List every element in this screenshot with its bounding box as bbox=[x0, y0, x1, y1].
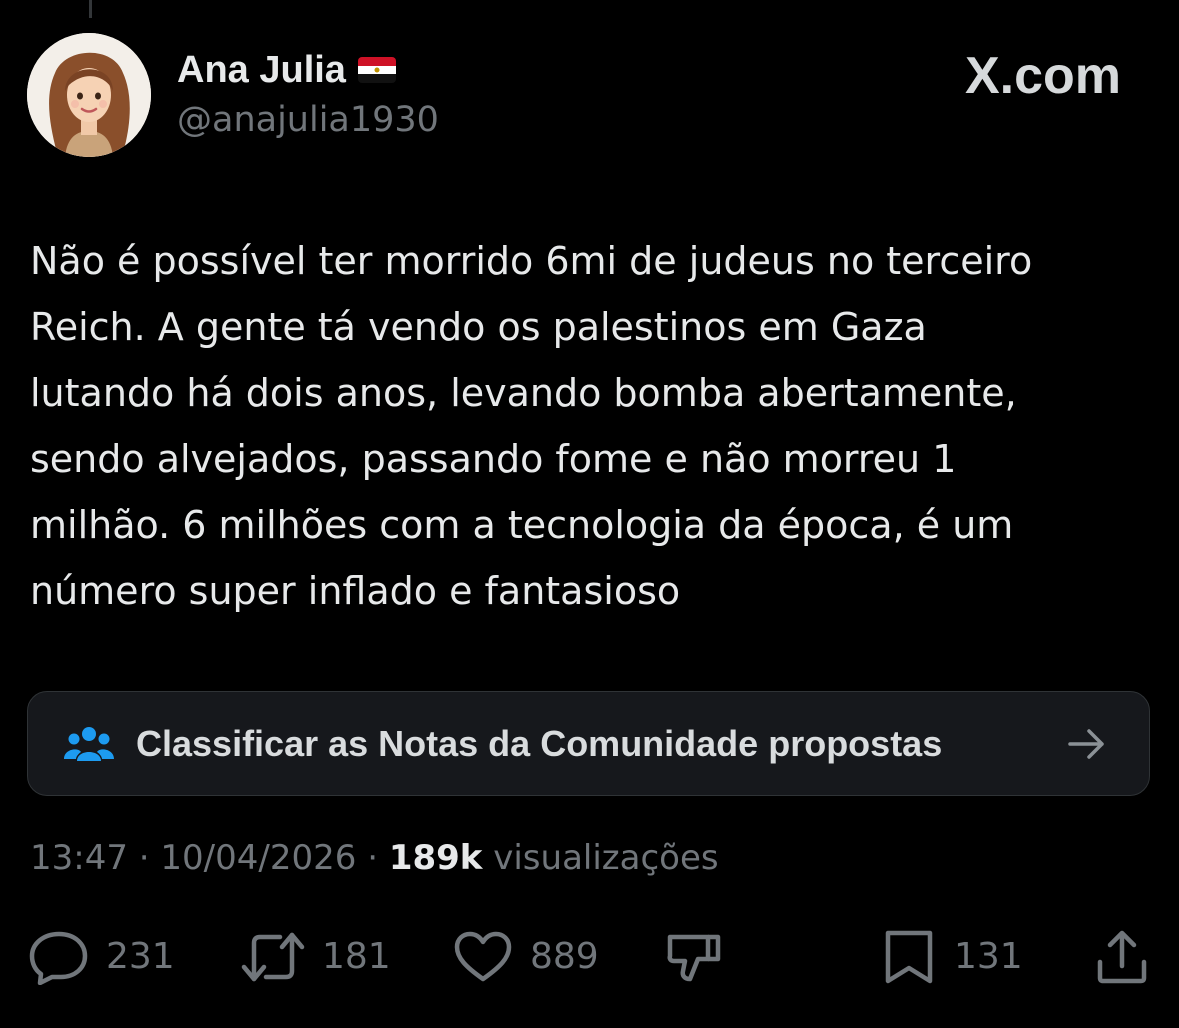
bookmark-button[interactable]: 131 bbox=[880, 925, 1023, 989]
community-notes-button[interactable]: Classificar as Notas da Comunidade propo… bbox=[27, 691, 1150, 796]
avatar[interactable] bbox=[27, 33, 151, 157]
meta-separator: · bbox=[138, 838, 150, 878]
bookmark-count: 131 bbox=[954, 936, 1023, 977]
views-count: 189k bbox=[388, 838, 483, 878]
author-handle[interactable]: @anajulia1930 bbox=[177, 98, 439, 142]
brand-text: X.com bbox=[964, 47, 1121, 105]
downvote-button[interactable] bbox=[664, 925, 726, 989]
avatar-illustration bbox=[27, 33, 151, 157]
meta-separator: · bbox=[367, 838, 379, 878]
post-text: Não é possível ter morrido 6mi de judeus… bbox=[30, 239, 1033, 613]
reply-icon bbox=[29, 931, 88, 985]
arrow-right-icon bbox=[1068, 729, 1104, 759]
community-notes-label: Classificar as Notas da Comunidade propo… bbox=[136, 723, 943, 764]
like-count: 889 bbox=[530, 936, 599, 977]
post-metadata: 13:47 · 10/04/2026 · 189k visualizações bbox=[30, 836, 719, 880]
heart-icon bbox=[454, 931, 512, 982]
share-icon bbox=[1097, 930, 1147, 984]
egypt-flag-icon bbox=[357, 57, 396, 83]
reply-count: 231 bbox=[106, 936, 175, 977]
community-notes-icon bbox=[64, 727, 114, 761]
downvote-icon bbox=[667, 934, 721, 982]
repost-button[interactable]: 181 bbox=[240, 925, 391, 989]
thread-connector-line bbox=[89, 0, 92, 18]
repost-count: 181 bbox=[322, 936, 391, 977]
repost-icon bbox=[241, 932, 305, 982]
post-time[interactable]: 13:47 bbox=[30, 838, 128, 878]
author-name-row[interactable]: Ana Julia bbox=[177, 48, 396, 92]
post-date[interactable]: 10/04/2026 bbox=[160, 838, 356, 878]
action-bar: 231 181 889 131 bbox=[0, 925, 1179, 989]
bookmark-icon bbox=[885, 930, 933, 984]
brand-watermark: X.com bbox=[965, 46, 1121, 106]
views-label: visualizações bbox=[493, 838, 719, 878]
share-button[interactable] bbox=[1092, 925, 1152, 989]
like-button[interactable]: 889 bbox=[452, 925, 599, 989]
reply-button[interactable]: 231 bbox=[28, 925, 175, 989]
display-name[interactable]: Ana Julia bbox=[177, 48, 346, 92]
